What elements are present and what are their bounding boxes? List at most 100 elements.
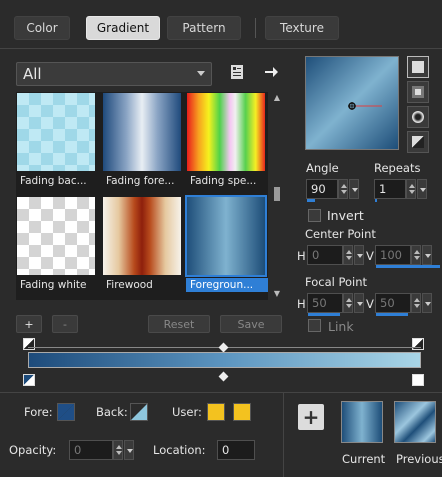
- repeats-label: Repeats: [374, 161, 421, 175]
- location-input[interactable]: 0: [217, 440, 255, 460]
- current-gradient-thumbnail[interactable]: [341, 401, 383, 443]
- center-h-dropdown[interactable]: [354, 245, 364, 265]
- library-icon[interactable]: [228, 63, 246, 81]
- focal-h-label: H: [297, 297, 306, 311]
- angle-input[interactable]: 90: [306, 179, 338, 202]
- add-swatch-button[interactable]: +: [298, 404, 324, 430]
- arrow-right-icon[interactable]: [262, 63, 280, 81]
- gradient-label: Fading spe...: [190, 175, 257, 187]
- repeats-fill: [375, 199, 377, 202]
- location-label: Location:: [153, 443, 206, 457]
- focal-h-value: 50: [312, 296, 327, 310]
- tab-gradient[interactable]: Gradient: [86, 16, 160, 40]
- bottom-right-stop[interactable]: [412, 374, 424, 386]
- divider: [0, 392, 442, 393]
- opacity-label: Opacity:: [9, 443, 57, 457]
- invert-checkbox[interactable]: [308, 209, 321, 222]
- gradient-thumbnail: [185, 195, 267, 277]
- top-left-stop[interactable]: [23, 338, 35, 350]
- gradient-list-scrollbar[interactable]: ▲ ▼: [271, 92, 283, 300]
- focal-v-stepper[interactable]: [411, 293, 421, 313]
- gradient-thumbnail: [103, 197, 181, 275]
- gradient-preview[interactable]: [305, 56, 399, 150]
- save-button[interactable]: Save: [220, 315, 282, 333]
- gradient-label: Fading bac...: [20, 175, 87, 187]
- gradient-item-foreground[interactable]: Foregroun...: [185, 195, 268, 292]
- repeats-stepper[interactable]: [406, 179, 416, 199]
- top-right-stop[interactable]: [412, 338, 424, 350]
- gradient-item-fading-spectrum[interactable]: Fading spe...: [186, 92, 266, 187]
- tab-color[interactable]: Color: [14, 16, 70, 40]
- user-label: User:: [172, 405, 202, 419]
- focal-v-value: 50: [380, 296, 395, 310]
- gradient-item-fading-background[interactable]: Fading bac...: [16, 92, 96, 187]
- center-v-fill: [376, 265, 440, 268]
- user-color-2[interactable]: [233, 403, 251, 421]
- link-checkbox[interactable]: [308, 319, 321, 332]
- focal-point-label: Focal Point: [305, 275, 368, 289]
- reset-button[interactable]: Reset: [148, 315, 210, 333]
- sunburst-icon: [412, 136, 424, 148]
- rectangular-style-button[interactable]: [407, 81, 429, 103]
- gradient-item-firewood[interactable]: Firewood: [102, 196, 182, 291]
- gradient-label: Firewood: [106, 279, 153, 291]
- fore-color-swatch[interactable]: [57, 403, 75, 421]
- gradient-thumbnail: [103, 93, 181, 171]
- user-color-1[interactable]: [207, 403, 225, 421]
- gradient-label: Fading white: [20, 279, 87, 291]
- gradient-list: Fading bac... Fading fore... Fading spe.…: [16, 92, 268, 300]
- color-midpoint[interactable]: [218, 371, 229, 382]
- focal-v-dropdown[interactable]: [422, 293, 432, 313]
- back-color-swatch[interactable]: [130, 403, 148, 421]
- opacity-stepper[interactable]: [113, 440, 123, 460]
- divider: [0, 48, 442, 49]
- gradient-thumbnail: [17, 197, 95, 275]
- scroll-up-icon[interactable]: ▲: [273, 94, 281, 102]
- focal-h-fill: [308, 313, 340, 316]
- previous-label: Previous: [396, 452, 442, 466]
- gradient-bar[interactable]: [28, 352, 421, 368]
- linear-icon: [412, 61, 424, 73]
- center-h-stepper[interactable]: [343, 245, 353, 265]
- gradient-thumbnail: [17, 93, 95, 171]
- category-value: All: [23, 65, 42, 83]
- angle-dropdown[interactable]: [349, 179, 359, 199]
- center-v-label: V: [366, 249, 374, 263]
- center-point-label: Center Point: [305, 227, 376, 241]
- sunburst-style-button[interactable]: [407, 131, 429, 153]
- tab-pattern[interactable]: Pattern: [167, 16, 241, 40]
- center-h-input[interactable]: 0: [307, 245, 343, 265]
- repeats-dropdown[interactable]: [417, 179, 427, 199]
- linear-style-button[interactable]: [407, 56, 429, 78]
- repeats-input[interactable]: 1: [374, 179, 406, 202]
- remove-gradient-button[interactable]: -: [52, 315, 78, 333]
- tab-texture[interactable]: Texture: [265, 16, 339, 40]
- gradient-item-fading-foreground[interactable]: Fading fore...: [102, 92, 182, 187]
- center-v-input[interactable]: 100: [375, 245, 440, 268]
- center-v-stepper[interactable]: [411, 245, 421, 265]
- center-v-dropdown[interactable]: [422, 245, 432, 265]
- opacity-dropdown[interactable]: [124, 440, 134, 460]
- chevron-down-icon: [197, 71, 205, 76]
- scrollbar-thumb[interactable]: [274, 187, 280, 201]
- focal-h-input[interactable]: 50: [307, 293, 343, 316]
- repeats-value: 1: [379, 182, 387, 196]
- current-label: Current: [342, 452, 386, 466]
- previous-gradient-thumbnail[interactable]: [394, 401, 436, 443]
- bottom-left-stop[interactable]: [23, 374, 35, 386]
- focal-h-stepper[interactable]: [343, 293, 353, 313]
- add-gradient-button[interactable]: +: [16, 315, 42, 333]
- center-h-label: H: [297, 249, 306, 263]
- divider: [283, 393, 284, 477]
- transparency-midpoint[interactable]: [218, 342, 229, 353]
- radial-style-button[interactable]: [407, 106, 429, 128]
- scroll-down-icon[interactable]: ▼: [273, 290, 281, 298]
- gradient-thumbnail: [187, 93, 265, 171]
- angle-stepper[interactable]: [338, 179, 348, 199]
- focal-v-input[interactable]: 50: [375, 293, 411, 316]
- category-dropdown[interactable]: All: [16, 62, 212, 86]
- opacity-input[interactable]: 0: [69, 440, 113, 460]
- invert-label: Invert: [327, 208, 364, 223]
- focal-h-dropdown[interactable]: [354, 293, 364, 313]
- gradient-item-fading-white[interactable]: Fading white: [16, 196, 96, 291]
